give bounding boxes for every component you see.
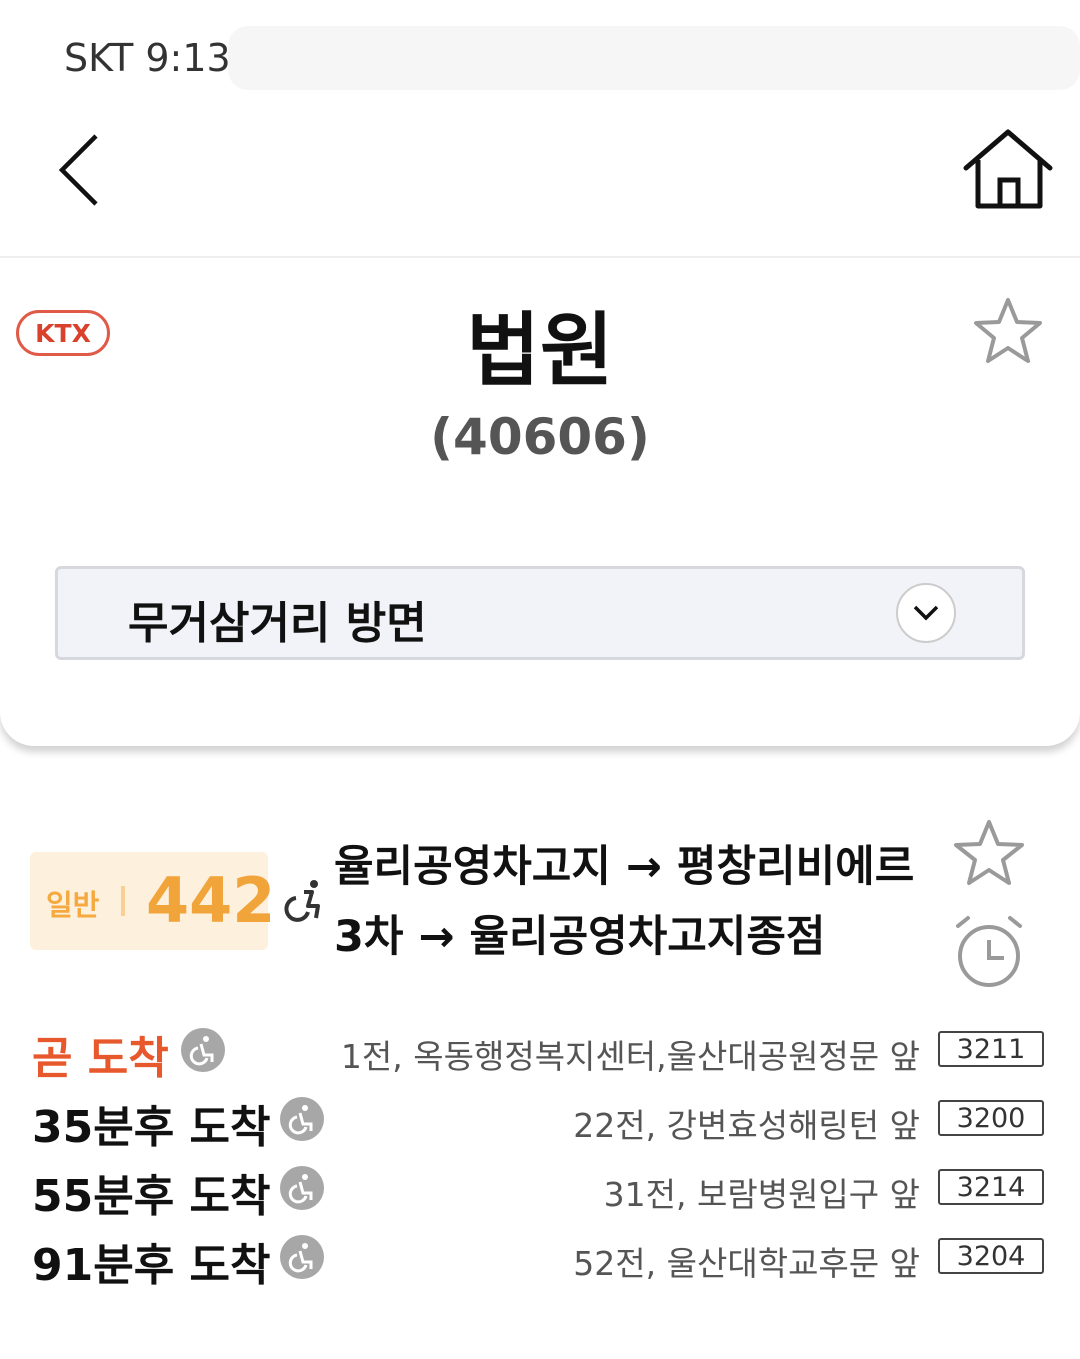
arrival-row: 곧 도착 1전, 옥동행정복지센터,울산대공원정문 앞 3211 — [0, 1018, 1080, 1087]
arrival-stop-info: 52전, 울산대학교후문 앞 — [573, 1244, 920, 1283]
arrival-time: 55분후 도착 — [32, 1171, 271, 1222]
star-outline-icon — [974, 298, 1042, 363]
chevron-left-icon — [58, 134, 98, 206]
stop-info-card: KTX 법원 (40606) 무거삼거리 방면 — [0, 258, 1080, 746]
home-button[interactable] — [960, 124, 1056, 214]
accessible-bus-icon — [280, 1097, 324, 1141]
status-notification-area — [228, 26, 1080, 90]
direction-label: 무거삼거리 방면 — [128, 598, 427, 649]
route-description: 율리공영차고지 → 평창리비에르3차 → 율리공영차고지종점 — [334, 842, 915, 962]
stop-name: 법원 — [466, 304, 614, 397]
arrival-row: 91분후 도착 52전, 울산대학교후문 앞 3204 — [0, 1225, 1080, 1294]
vehicle-number: 3200 — [938, 1100, 1044, 1136]
route-number: 442 — [146, 864, 276, 937]
divider — [121, 886, 125, 916]
accessible-bus-icon — [280, 1166, 324, 1210]
star-outline-icon — [954, 820, 1024, 885]
route-type: 일반 — [46, 888, 100, 922]
vehicle-number: 3214 — [938, 1169, 1044, 1205]
arrival-time: 35분후 도착 — [32, 1102, 271, 1153]
top-nav — [0, 110, 1080, 258]
route-badge: 일반 442 — [30, 852, 275, 950]
arrival-stop-info: 1전, 옥동행정복지센터,울산대공원정문 앞 — [340, 1037, 920, 1076]
favorite-stop-button[interactable] — [972, 296, 1044, 366]
direction-dropdown[interactable]: 무거삼거리 방면 — [55, 566, 1025, 660]
vehicle-number: 3211 — [938, 1031, 1044, 1067]
status-bar: SKT 9:13 — [0, 0, 1080, 110]
route-row[interactable]: 일반 442 율리공영차고지 → 평창리비에르3차 → 율리공영차고지종점 — [0, 810, 1080, 1010]
arrival-row: 55분후 도착 31전, 보람병원입구 앞 3214 — [0, 1156, 1080, 1225]
favorite-route-button[interactable] — [952, 818, 1026, 888]
accessible-bus-icon — [181, 1028, 225, 1072]
alarm-clock-icon — [956, 916, 1022, 987]
back-button[interactable] — [44, 130, 124, 210]
stop-id: (40606) — [430, 408, 650, 466]
carrier-time: SKT 9:13 — [64, 36, 231, 80]
arrival-time: 91분후 도착 — [32, 1240, 271, 1291]
wheelchair-icon — [282, 878, 324, 926]
vehicle-number: 3204 — [938, 1238, 1044, 1274]
alarm-button[interactable] — [952, 912, 1026, 990]
arrival-row: 35분후 도착 22전, 강변효성해링턴 앞 3200 — [0, 1087, 1080, 1156]
arrival-stop-info: 31전, 보람병원입구 앞 — [603, 1175, 920, 1214]
accessible-bus-icon — [280, 1235, 324, 1279]
arrival-stop-info: 22전, 강변효성해링턴 앞 — [573, 1106, 920, 1145]
arrival-list: 곧 도착 1전, 옥동행정복지센터,울산대공원정문 앞 3211 35분후 도착… — [0, 1018, 1080, 1294]
home-icon — [963, 129, 1053, 209]
chevron-down-icon — [896, 583, 956, 643]
arrival-time: 곧 도착 — [32, 1033, 169, 1084]
